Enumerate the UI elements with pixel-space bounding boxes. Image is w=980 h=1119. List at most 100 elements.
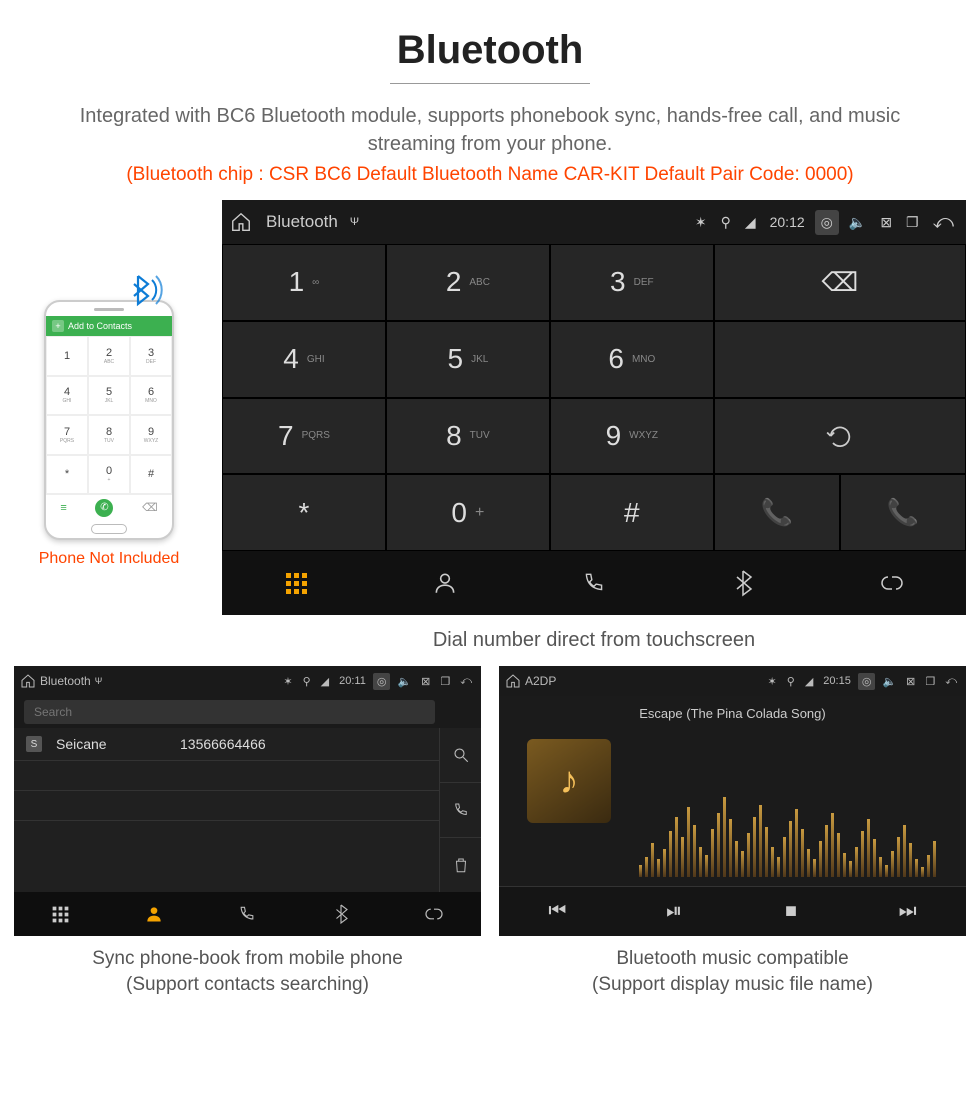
tab-pair[interactable] — [388, 892, 481, 936]
bluetooth-status-icon: ✶ — [280, 675, 295, 688]
phone-header: + Add to Contacts — [46, 316, 172, 336]
contact-initial-badge: S — [26, 736, 42, 752]
phone-key-5: 5JKL — [88, 376, 130, 416]
contacts-screen: Bluetooth Ψ ✶ ⚲ ◢ 20:11 ◎ 🔈 ⊠ ❐ ⤺ S — [14, 666, 481, 936]
album-art-icon: ♪ — [527, 739, 611, 823]
dialer-keypad: 1∞2ABC3DEF⌫ 4GHI5JKL6MNO 7PQRS8TUV9WXYZ *0+… — [222, 244, 966, 551]
home-icon[interactable] — [505, 673, 521, 689]
search-input[interactable] — [24, 700, 435, 724]
contact-number: 13566664466 — [180, 736, 266, 752]
contact-list: S Seicane 13566664466 — [14, 728, 439, 892]
contact-row-empty — [14, 791, 439, 821]
redial-button[interactable] — [714, 398, 966, 475]
screen-title: Bluetooth — [266, 212, 338, 232]
music-status-bar: A2DP ✶ ⚲ ◢ 20:15 ◎ 🔈 ⊠ ❐ ⤺ — [499, 666, 966, 696]
key-hash[interactable]: # — [550, 474, 714, 551]
close-icon[interactable]: ⊠ — [418, 675, 433, 688]
key-6[interactable]: 6MNO — [550, 321, 714, 398]
back-icon[interactable]: ⤺ — [929, 211, 958, 234]
tab-pair[interactable] — [817, 551, 966, 615]
key-5[interactable]: 5JKL — [386, 321, 550, 398]
usb-icon: Ψ — [350, 216, 359, 228]
phone-home-button — [91, 524, 127, 534]
phone-keypad: 12ABC3DEF4GHI5JKL6MNO7PQRS8TUV9WXYZ*0+# — [46, 336, 172, 494]
key-1[interactable]: 1∞ — [222, 244, 386, 321]
volume-icon[interactable]: 🔈 — [394, 675, 414, 688]
multitask-icon[interactable]: ❐ — [902, 214, 923, 231]
location-icon: ⚲ — [784, 675, 798, 688]
close-icon[interactable]: ⊠ — [903, 675, 918, 688]
close-icon[interactable]: ⊠ — [876, 214, 896, 231]
dialer-screen: Bluetooth Ψ ✶ ⚲ ◢ 20:12 ◎ 🔈 ⊠ ❐ ⤺ 1∞2ABC… — [222, 200, 966, 615]
tab-contacts[interactable] — [371, 551, 520, 615]
contact-row-empty — [14, 821, 439, 851]
contact-row[interactable]: S Seicane 13566664466 — [14, 728, 439, 761]
key-0[interactable]: 0+ — [386, 474, 550, 551]
music-screen: A2DP ✶ ⚲ ◢ 20:15 ◎ 🔈 ⊠ ❐ ⤺ Escape (The P… — [499, 666, 966, 936]
phone-key-*: * — [46, 455, 88, 495]
phone-header-label: Add to Contacts — [68, 321, 132, 331]
key-9[interactable]: 9WXYZ — [550, 398, 714, 475]
multitask-icon[interactable]: ❐ — [922, 675, 938, 688]
phone-key-4: 4GHI — [46, 376, 88, 416]
clock: 20:12 — [766, 214, 809, 230]
usb-icon: Ψ — [95, 676, 103, 686]
music-controls: ⏮ ⏯ ■ ⏭ — [499, 886, 966, 936]
phone-key-7: 7PQRS — [46, 415, 88, 455]
song-title: Escape (The Pina Colada Song) — [639, 696, 825, 727]
backspace-button[interactable]: ⌫ — [714, 244, 966, 321]
tab-recents[interactable] — [520, 551, 669, 615]
volume-icon[interactable]: 🔈 — [879, 675, 899, 688]
key-8[interactable]: 8TUV — [386, 398, 550, 475]
back-icon[interactable]: ⤺ — [457, 675, 475, 688]
key-star[interactable]: * — [222, 474, 386, 551]
home-icon[interactable] — [20, 673, 36, 689]
phone-key-1: 1 — [46, 336, 88, 376]
prev-track-icon[interactable]: ⏮ — [499, 887, 616, 936]
wifi-icon: ◢ — [802, 675, 816, 688]
music-body: Escape (The Pina Colada Song) ♪ — [499, 696, 966, 886]
home-icon[interactable] — [230, 211, 254, 233]
wifi-icon: ◢ — [318, 675, 332, 688]
tab-keypad[interactable] — [14, 892, 107, 936]
contact-name: Seicane — [56, 736, 166, 752]
key-7[interactable]: 7PQRS — [222, 398, 386, 475]
music-caption: Bluetooth music compatible (Support disp… — [499, 936, 966, 997]
screenshot-icon[interactable]: ◎ — [858, 673, 876, 690]
contacts-caption: Sync phone-book from mobile phone (Suppo… — [14, 936, 481, 997]
page-title: Bluetooth — [0, 28, 980, 73]
bluetooth-status-icon: ✶ — [765, 675, 780, 688]
back-icon[interactable]: ⤺ — [942, 675, 960, 688]
dialer-caption: Dial number direct from touchscreen — [222, 615, 966, 666]
call-button[interactable]: 📞 — [714, 474, 840, 551]
phone-key-3: 3DEF — [130, 336, 172, 376]
multitask-icon[interactable]: ❐ — [437, 675, 453, 688]
contact-row-empty — [14, 761, 439, 791]
phone-key-2: 2ABC — [88, 336, 130, 376]
status-bar: Bluetooth Ψ ✶ ⚲ ◢ 20:12 ◎ 🔈 ⊠ ❐ ⤺ — [222, 200, 966, 244]
play-pause-icon[interactable]: ⏯ — [616, 887, 733, 936]
tab-recents[interactable] — [201, 892, 294, 936]
side-delete-icon[interactable] — [440, 838, 481, 892]
screenshot-icon[interactable]: ◎ — [373, 673, 391, 690]
smartphone-mockup: + Add to Contacts 12ABC3DEF4GHI5JKL6MNO7… — [44, 300, 174, 540]
side-search-icon[interactable] — [440, 728, 481, 783]
bluetooth-status-icon: ✶ — [691, 214, 711, 231]
screen-title: Bluetooth — [40, 674, 91, 688]
tab-bluetooth[interactable] — [668, 551, 817, 615]
tab-keypad[interactable] — [222, 551, 371, 615]
key-4[interactable]: 4GHI — [222, 321, 386, 398]
tab-contacts[interactable] — [107, 892, 200, 936]
key-2[interactable]: 2ABC — [386, 244, 550, 321]
side-call-icon[interactable] — [440, 783, 481, 838]
phone-disclaimer: Phone Not Included — [14, 550, 204, 568]
next-track-icon[interactable]: ⏭ — [849, 887, 966, 936]
stop-icon[interactable]: ■ — [733, 887, 850, 936]
volume-icon[interactable]: 🔈 — [845, 214, 870, 231]
tab-bluetooth[interactable] — [294, 892, 387, 936]
hangup-button[interactable]: 📞 — [840, 474, 966, 551]
clock: 20:11 — [336, 675, 369, 687]
screenshot-icon[interactable]: ◎ — [815, 210, 839, 235]
phone-call-icon: ✆ — [95, 499, 113, 517]
key-3[interactable]: 3DEF — [550, 244, 714, 321]
